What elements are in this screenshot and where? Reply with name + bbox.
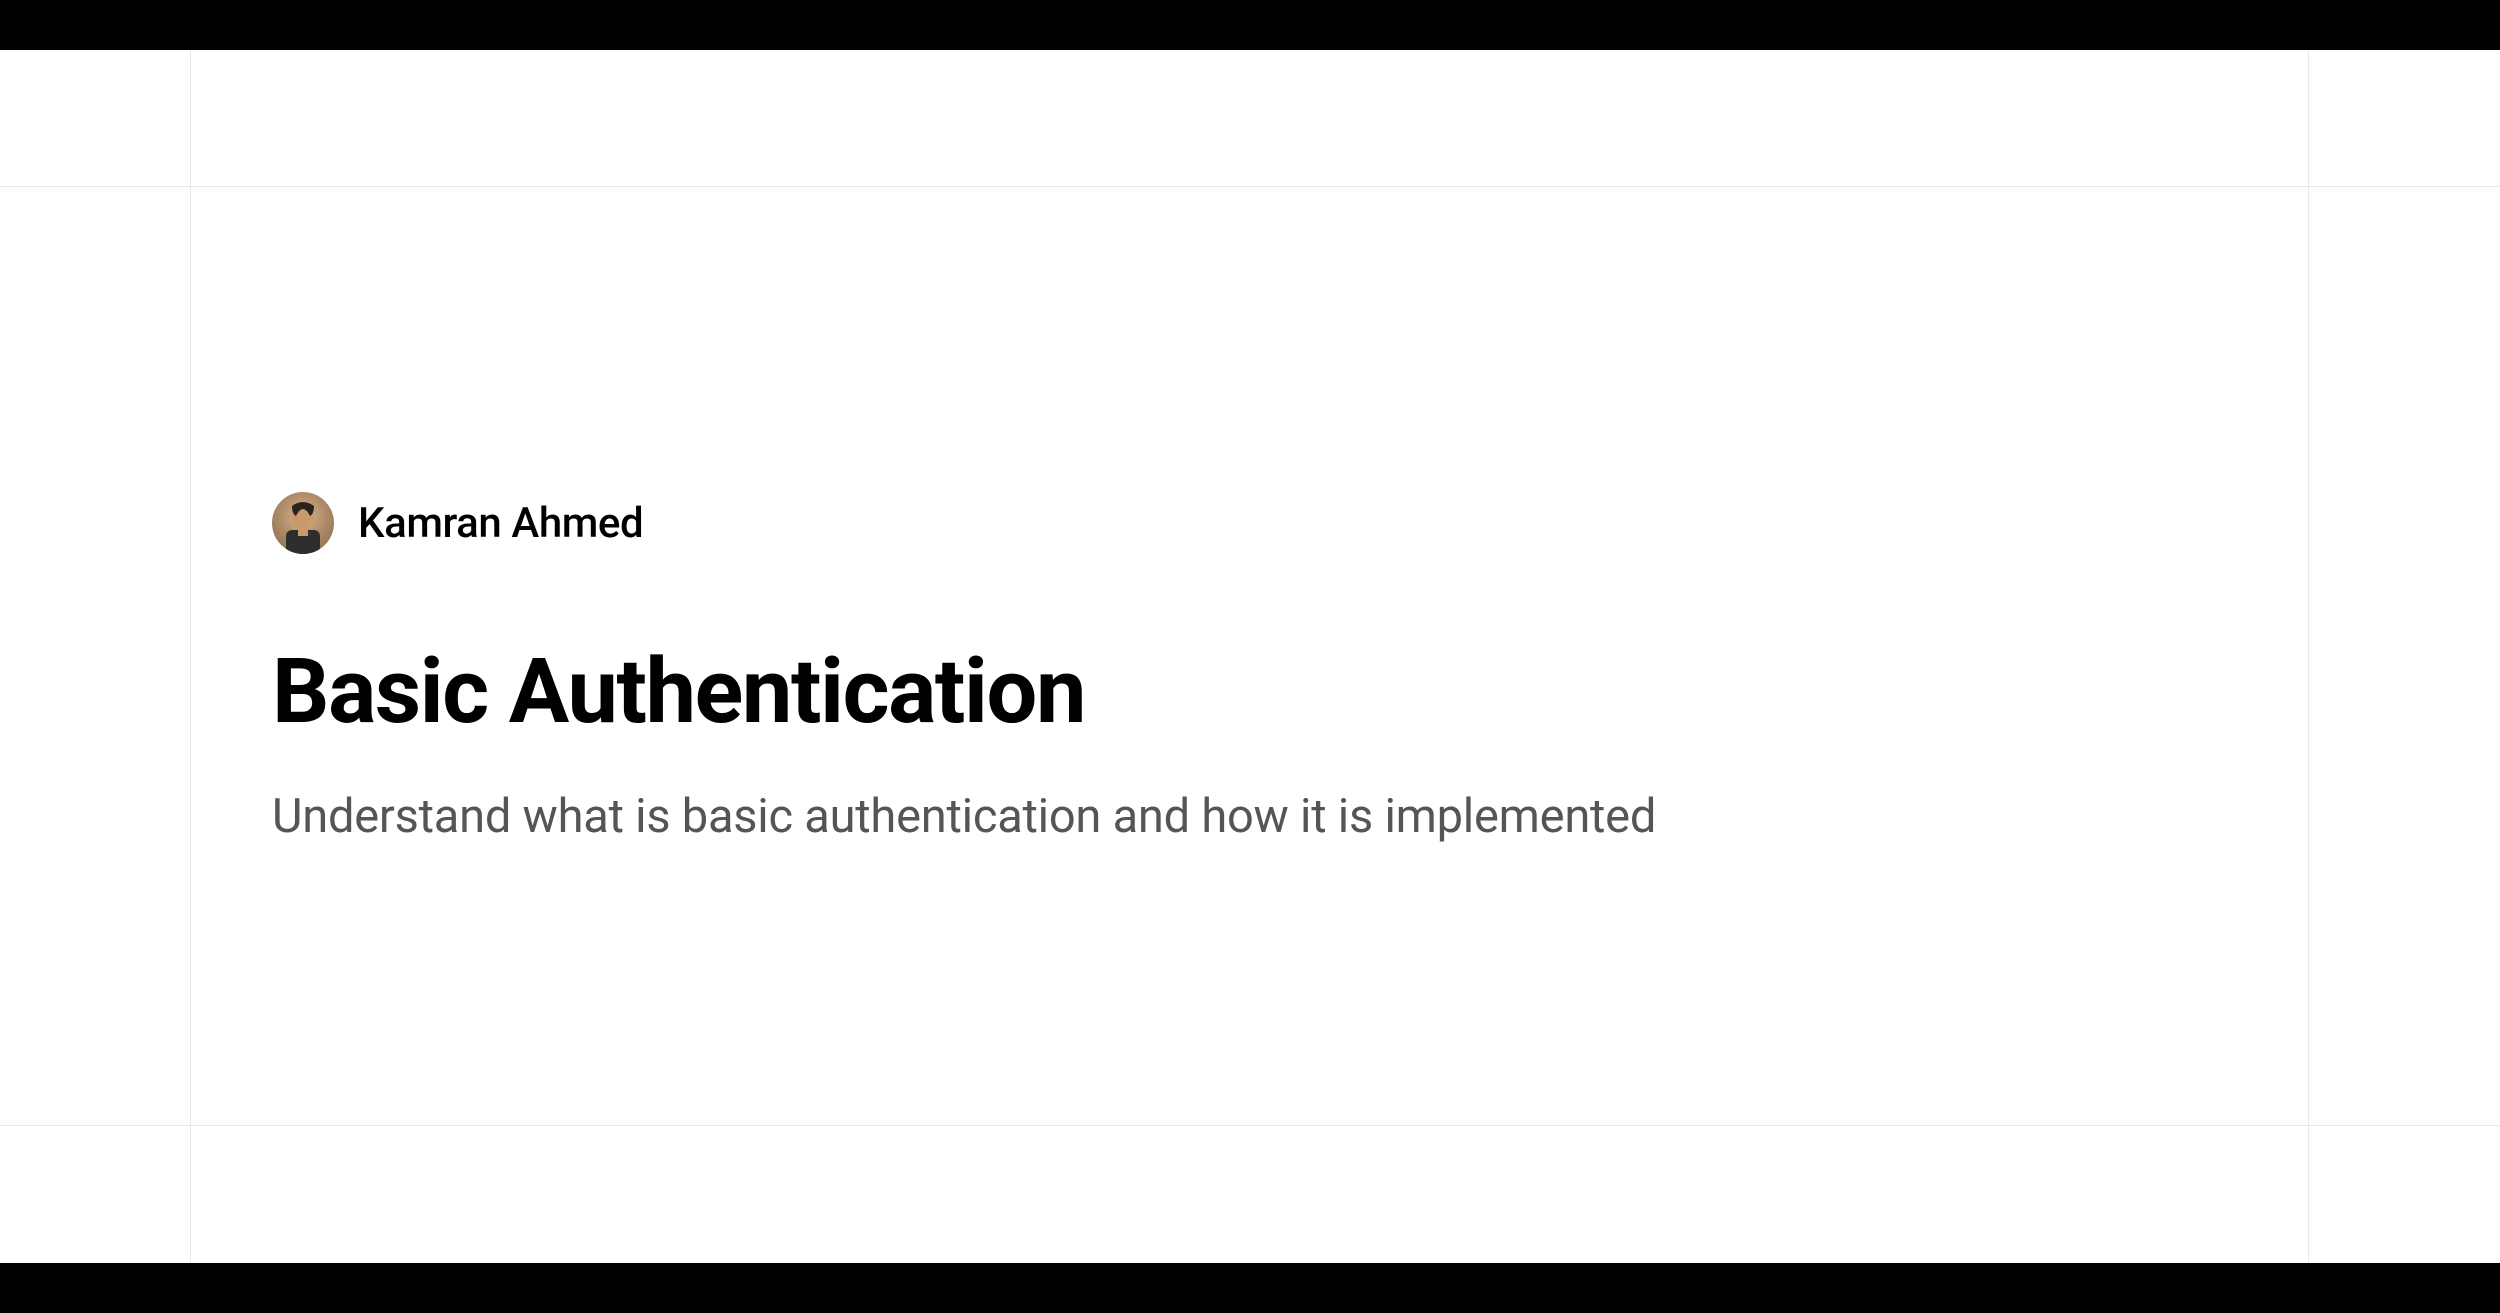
horizontal-guide-bottom	[0, 1125, 2500, 1126]
page-subtitle: Understand what is basic authentication …	[272, 789, 1656, 844]
content-block: Kamran Ahmed Basic Authentication Unders…	[272, 492, 1656, 844]
page-title: Basic Authentication	[272, 642, 1656, 741]
bottom-border-bar	[0, 1263, 2500, 1313]
vertical-guide-right	[2308, 50, 2309, 1263]
author-avatar	[272, 492, 334, 554]
author-byline: Kamran Ahmed	[272, 492, 1656, 554]
avatar-icon	[272, 492, 334, 554]
horizontal-guide-top	[0, 186, 2500, 187]
author-name: Kamran Ahmed	[358, 499, 643, 548]
top-border-bar	[0, 0, 2500, 50]
vertical-guide-left	[190, 50, 191, 1263]
